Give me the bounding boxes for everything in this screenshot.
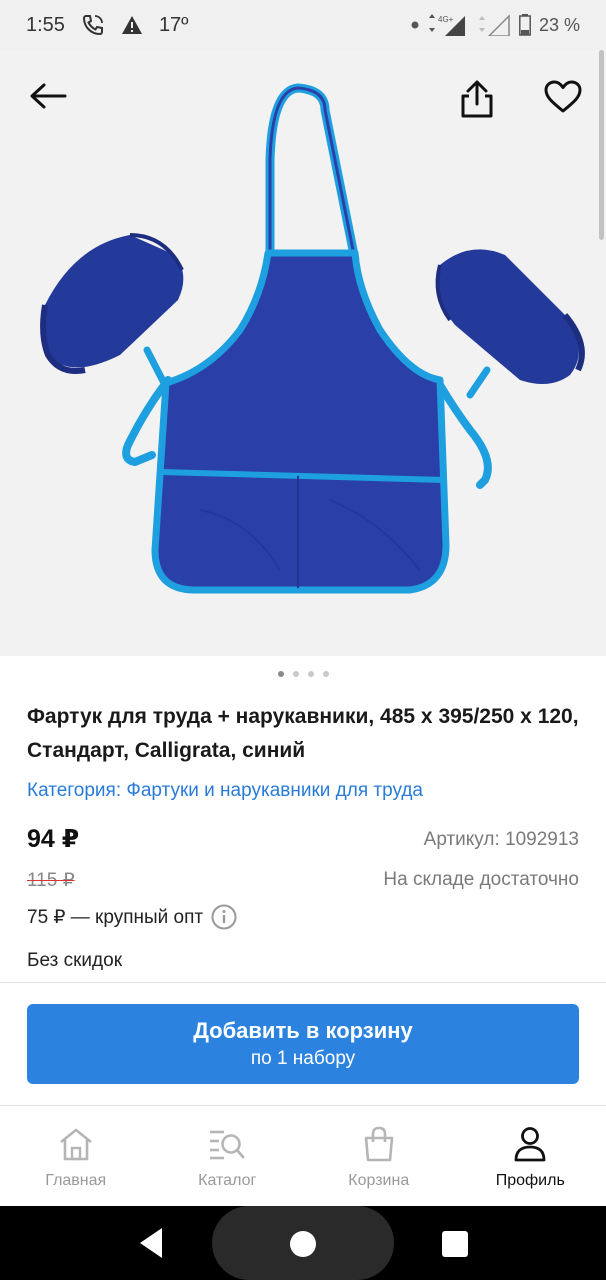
product-title: Фартук для труда + нарукавники, 485 х 39… [27,705,579,762]
battery-percent: 23 % [538,14,580,35]
nav-item-cart[interactable]: Корзина [303,1106,455,1206]
pager-dot[interactable] [322,671,329,677]
heart-outline-icon [544,80,582,113]
old-price: 115 ₽ [27,870,75,891]
bottom-navigation: Главная Каталог Корзина Профиль [0,1106,606,1206]
divider [0,982,606,983]
product-price: 94 ₽ [27,825,80,853]
add-to-cart-button[interactable]: Добавить в корзину по 1 набору [27,1004,579,1084]
bag-icon [359,1124,399,1164]
profile-icon [510,1124,550,1164]
back-button[interactable] [22,76,74,116]
catalog-search-icon [207,1124,247,1164]
nav-item-home[interactable]: Главная [0,1106,152,1206]
notification-dot-icon [411,21,419,29]
status-time: 1:55 [26,13,65,36]
status-temperature: 17º [158,13,189,36]
system-recents-icon[interactable] [442,1231,468,1257]
product-image [40,83,585,594]
scrollbar-thumb[interactable] [599,50,604,240]
nav-label: Каталог [198,1172,257,1189]
phone-call-icon [81,13,105,37]
home-icon [56,1124,96,1164]
category-link[interactable]: Категория: Фартуки и нарукавники для тру… [27,780,423,802]
wholesale-label: 75 ₽ — крупный опт [27,906,204,928]
pager-dot[interactable] [277,671,284,677]
nav-item-profile[interactable]: Профиль [455,1106,606,1206]
product-article: Артикул: 1092913 [423,829,579,850]
nav-item-catalog[interactable]: Каталог [152,1106,304,1206]
system-navigation-bar [0,1206,606,1280]
arrow-left-icon [30,83,67,109]
gallery-pager [0,671,606,677]
add-to-cart-label: Добавить в корзину [193,1018,413,1043]
status-bar: 1:55 17º 4G+ 23 % [0,0,606,50]
nav-label: Корзина [348,1172,410,1189]
pager-dot[interactable] [292,671,299,677]
wholesale-price: 75 ₽ — крупный опт [27,904,237,930]
favorite-button[interactable] [538,74,588,120]
add-to-cart-sublabel: по 1 набору [250,1048,356,1069]
signal-empty-icon [477,14,511,36]
pager-dot[interactable] [307,671,314,677]
battery-icon [519,14,531,36]
no-discount-label: Без скидок [27,950,122,971]
product-gallery[interactable] [0,50,606,656]
svg-text:4G+: 4G+ [438,15,454,24]
info-icon[interactable] [211,904,237,930]
system-back-icon[interactable] [136,1226,166,1260]
stock-status: На складе достаточно [383,869,579,890]
nav-label: Профиль [495,1172,565,1189]
system-home-icon[interactable] [290,1231,316,1257]
share-button[interactable] [452,74,502,124]
warning-icon [121,15,143,35]
signal-4g-icon: 4G+ [427,14,469,36]
share-icon [461,80,493,118]
nav-label: Главная [45,1172,107,1189]
